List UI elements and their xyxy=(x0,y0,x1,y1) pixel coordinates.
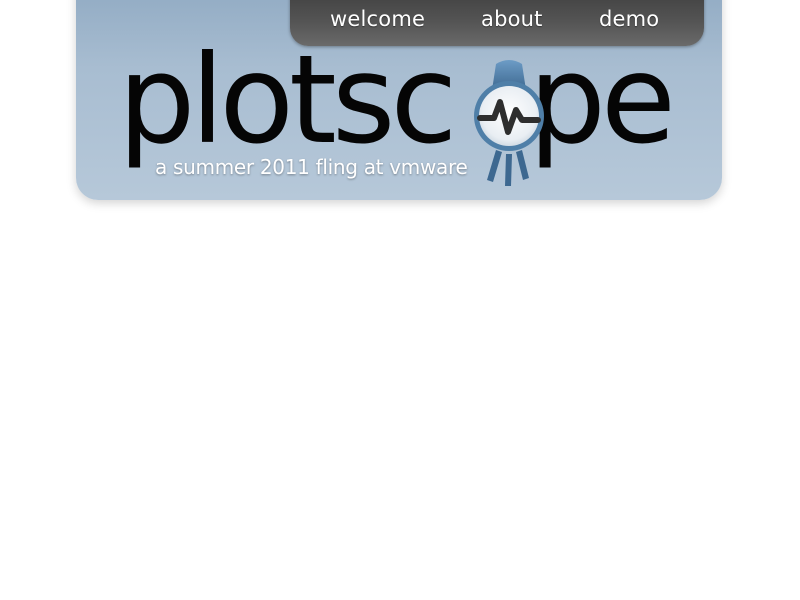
page: welcome about demo plotsc pe a summer 20… xyxy=(0,0,800,600)
magnifier-waveform-icon xyxy=(474,60,544,186)
tagline: a summer 2011 fling at vmware xyxy=(155,155,468,179)
logo-text-start: plotsc xyxy=(118,29,457,171)
